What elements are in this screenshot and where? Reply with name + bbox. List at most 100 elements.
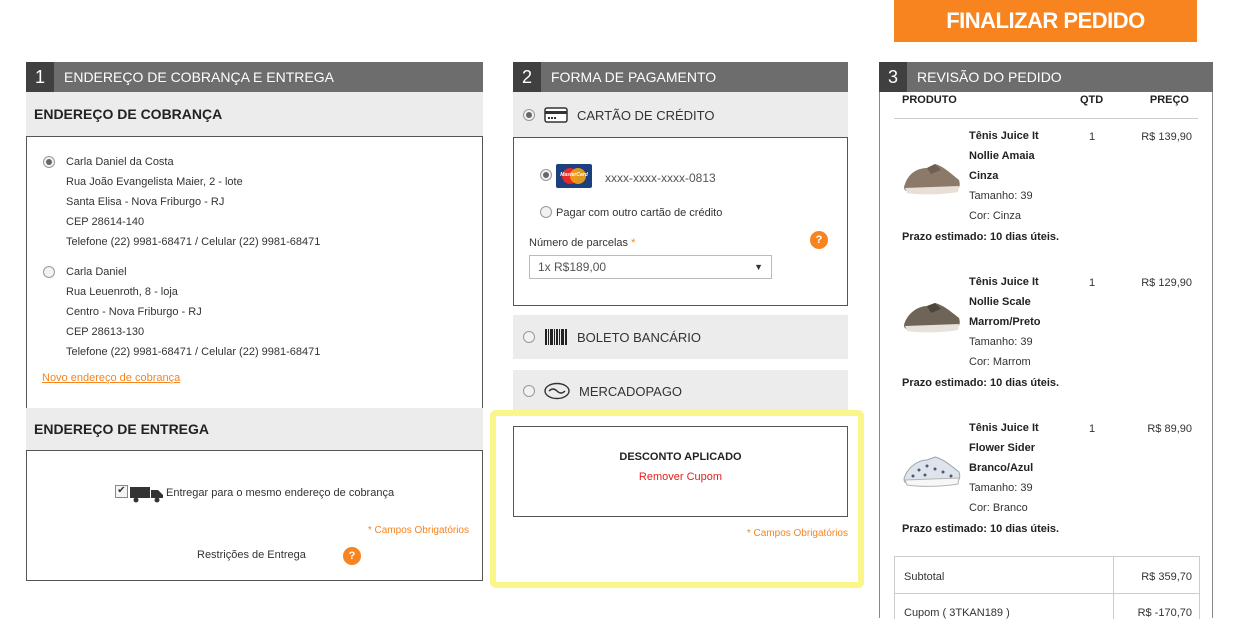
pay-option-cartao[interactable]: CARTÃO DE CRÉDITO: [513, 92, 848, 138]
boleto-radio[interactable]: [523, 331, 535, 343]
handshake-icon: [544, 382, 570, 400]
address-phone: Telefone (22) 9981-68471 / Celular (22) …: [66, 346, 321, 358]
address-area: Santa Elisa - Nova Friburgo - RJ: [66, 196, 225, 208]
boleto-label: BOLETO BANCÁRIO: [577, 329, 702, 345]
mesmo-endereco-label[interactable]: Entregar para o mesmo endereço de cobran…: [166, 487, 394, 499]
section-number: 3: [879, 62, 907, 92]
product-name: Flower Sider: [969, 442, 1036, 454]
remover-cupom-link[interactable]: Remover Cupom: [514, 471, 847, 483]
cupom-label: Cupom ( 3TKAN189 ): [904, 607, 1010, 619]
address-name: Carla Daniel: [66, 266, 127, 278]
campos-obrigatorios: * Campos Obrigatórios: [367, 525, 469, 536]
cobranca-title: ENDEREÇO DE COBRANÇA: [26, 92, 483, 136]
address-street: Rua João Evangelista Maier, 2 - lote: [66, 176, 243, 188]
outro-cartao-radio[interactable]: [540, 205, 552, 223]
product-color: Cor: Branco: [969, 502, 1028, 514]
divider: [894, 118, 1198, 119]
product-info: Tênis Juice It Flower Sider Branco/Azul …: [969, 418, 1039, 518]
chevron-down-icon: ▼: [754, 262, 763, 272]
product-qty: 1: [1089, 423, 1096, 435]
prazo-estimado: Prazo estimado: 10 dias úteis.: [902, 231, 1060, 243]
address-option-2[interactable]: Carla Daniel Rua Leuenroth, 8 - loja Cen…: [66, 262, 466, 362]
product-info: Tênis Juice It Nollie Amaia Cinza Tamanh…: [969, 126, 1039, 226]
mesmo-endereco-checkbox[interactable]: ✔: [115, 485, 128, 498]
finalizar-pedido-button[interactable]: FINALIZAR PEDIDO: [894, 0, 1197, 42]
parcelas-value: 1x R$189,00: [538, 260, 607, 274]
product-color: Cor: Cinza: [969, 210, 1021, 222]
product-name: Cinza: [969, 170, 999, 182]
truck-icon: [130, 487, 163, 503]
cartao-radio[interactable]: [523, 109, 535, 121]
product-name: Branco/Azul: [969, 462, 1034, 474]
campos-obrigatorios: * Campos Obrigatórios: [746, 528, 848, 539]
cartao-label: CARTÃO DE CRÉDITO: [577, 107, 715, 123]
section-title: FORMA DE PAGAMENTO: [551, 69, 717, 85]
section-3-header: 3 REVISÃO DO PEDIDO: [879, 62, 1213, 92]
product-price: R$ 129,90: [1141, 277, 1192, 289]
address-area: Centro - Nova Friburgo - RJ: [66, 306, 202, 318]
product-name: Marrom/Preto: [969, 316, 1041, 328]
product-size: Tamanho: 39: [969, 482, 1033, 494]
desconto-box: DESCONTO APLICADO Remover Cupom: [513, 426, 848, 517]
cartao-box: MasterCard xxxx-xxxx-xxxx-0813 Pagar com…: [513, 137, 848, 306]
product-image-shoe: [904, 164, 960, 195]
col-produto: PRODUTO: [902, 94, 957, 106]
subtotal-label: Subtotal: [904, 571, 945, 583]
section-number: 1: [26, 62, 54, 92]
section-title: ENDEREÇO DE COBRANÇA E ENTREGA: [64, 69, 334, 85]
prazo-estimado: Prazo estimado: 10 dias úteis.: [902, 377, 1060, 389]
divider: [895, 593, 1199, 594]
parcelas-label: Número de parcelas *: [529, 237, 636, 249]
section-1-header: 1 ENDEREÇO DE COBRANÇA E ENTREGA: [26, 62, 483, 92]
help-icon[interactable]: ?: [810, 231, 828, 249]
address-phone: Telefone (22) 9981-68471 / Celular (22) …: [66, 236, 321, 248]
totals-table: Subtotal R$ 359,70 Cupom ( 3TKAN189 ) R$…: [894, 556, 1200, 619]
divider: [1113, 557, 1114, 619]
entrega-title: ENDEREÇO DE ENTREGA: [26, 408, 483, 450]
novo-endereco-link[interactable]: Novo endereço de cobrança: [42, 372, 180, 384]
product-size: Tamanho: 39: [969, 336, 1033, 348]
pay-option-boleto[interactable]: BOLETO BANCÁRIO: [513, 315, 848, 359]
address-cep: CEP 28614-140: [66, 216, 145, 228]
product-name: Tênis Juice It: [969, 422, 1039, 434]
cupom-value: R$ -170,70: [1137, 607, 1192, 619]
section-number: 2: [513, 62, 541, 92]
mercadopago-radio[interactable]: [523, 385, 535, 397]
product-qty: 1: [1089, 131, 1096, 143]
address-radio-2[interactable]: [43, 265, 55, 283]
outro-cartao-label[interactable]: Pagar com outro cartão de crédito: [556, 207, 722, 219]
entrega-box: ✔ Entregar para o mesmo endereço de cobr…: [26, 450, 483, 581]
product-color: Cor: Marrom: [969, 356, 1031, 368]
revisao-panel: PRODUTO QTD PREÇO Tênis Juice It Nollie …: [879, 92, 1213, 619]
product-name: Nollie Scale: [969, 296, 1031, 308]
mercadopago-label: MERCADOPAGO: [579, 383, 683, 399]
address-radio-1[interactable]: [43, 155, 55, 173]
card-brand: MasterCard: [560, 172, 588, 178]
product-name: Tênis Juice It: [969, 130, 1039, 142]
credit-card-icon: [544, 107, 568, 123]
mastercard-icon: MasterCard: [556, 164, 592, 188]
desconto-title: DESCONTO APLICADO: [619, 451, 742, 463]
pay-option-mercadopago[interactable]: MERCADOPAGO: [513, 370, 848, 412]
product-price: R$ 89,90: [1147, 423, 1192, 435]
product-image-shoe: [903, 456, 961, 487]
address-name: Carla Daniel da Costa: [66, 156, 174, 168]
barcode-icon: [545, 329, 567, 345]
product-name: Tênis Juice It: [969, 276, 1039, 288]
parcelas-select[interactable]: 1x R$189,00 ▼: [529, 255, 772, 279]
product-qty: 1: [1089, 277, 1096, 289]
cobranca-box: Carla Daniel da Costa Rua João Evangelis…: [26, 136, 483, 410]
help-icon[interactable]: ?: [343, 547, 361, 565]
restricoes-label: Restrições de Entrega: [197, 549, 306, 561]
col-qtd: QTD: [1080, 94, 1104, 106]
section-2-header: 2 FORMA DE PAGAMENTO: [513, 62, 848, 92]
product-price: R$ 139,90: [1141, 131, 1192, 143]
col-preco: PREÇO: [1149, 94, 1189, 106]
product-name: Nollie Amaia: [969, 150, 1035, 162]
saved-card-radio[interactable]: [540, 168, 552, 186]
card-number: xxxx-xxxx-xxxx-0813: [605, 171, 716, 185]
address-option-1[interactable]: Carla Daniel da Costa Rua João Evangelis…: [66, 152, 466, 252]
product-info: Tênis Juice It Nollie Scale Marrom/Preto…: [969, 272, 1041, 372]
product-size: Tamanho: 39: [969, 190, 1033, 202]
subtotal-value: R$ 359,70: [1141, 571, 1192, 583]
